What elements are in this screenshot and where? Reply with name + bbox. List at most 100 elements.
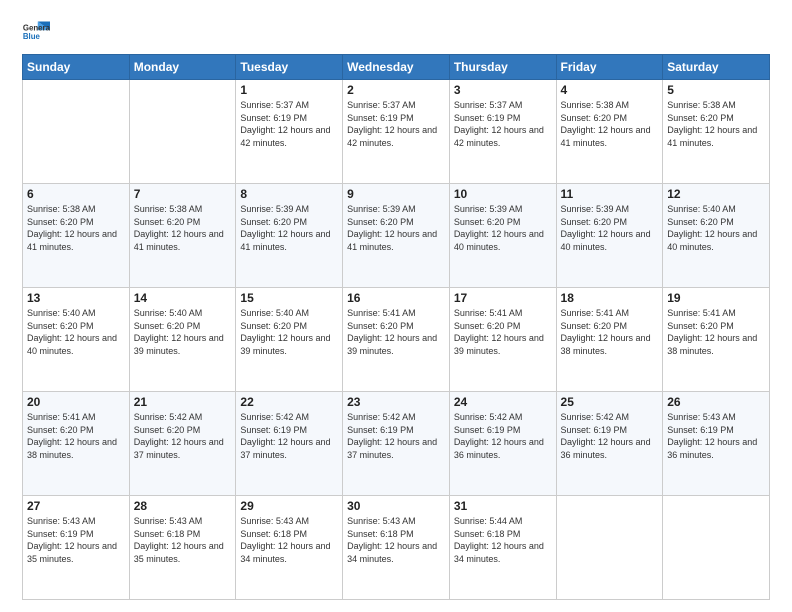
weekday-header-friday: Friday [556, 55, 663, 80]
calendar-cell [556, 496, 663, 600]
weekday-header-saturday: Saturday [663, 55, 770, 80]
calendar-cell: 13 Sunrise: 5:40 AM Sunset: 6:20 PM Dayli… [23, 288, 130, 392]
day-info: Sunrise: 5:37 AM Sunset: 6:19 PM Dayligh… [240, 99, 338, 149]
calendar-week-row: 27 Sunrise: 5:43 AM Sunset: 6:19 PM Dayli… [23, 496, 770, 600]
weekday-header-wednesday: Wednesday [343, 55, 450, 80]
calendar-cell: 16Sunrise: 5:41 AM Sunset: 6:20 PM Dayli… [343, 288, 450, 392]
day-info: Sunrise: 5:42 AM Sunset: 6:19 PM Dayligh… [347, 411, 445, 461]
day-info: Sunrise: 5:38 AM Sunset: 6:20 PM Dayligh… [27, 203, 125, 253]
day-number: 2 [347, 83, 445, 97]
day-info: Sunrise: 5:42 AM Sunset: 6:20 PM Dayligh… [134, 411, 232, 461]
day-number: 6 [27, 187, 125, 201]
day-info: Sunrise: 5:40 AM Sunset: 6:20 PM Dayligh… [240, 307, 338, 357]
day-number: 19 [667, 291, 765, 305]
day-number: 17 [454, 291, 552, 305]
calendar-cell: 23 Sunrise: 5:42 AM Sunset: 6:19 PM Dayli… [343, 392, 450, 496]
calendar-cell: 15 Sunrise: 5:40 AM Sunset: 6:20 PM Dayli… [236, 288, 343, 392]
day-number: 3 [454, 83, 552, 97]
day-number: 5 [667, 83, 765, 97]
day-number: 26 [667, 395, 765, 409]
day-info: Sunrise: 5:41 AM Sunset: 6:20 PM Dayligh… [667, 307, 765, 357]
calendar-table: SundayMondayTuesdayWednesdayThursdayFrid… [22, 54, 770, 600]
day-info: Sunrise: 5:41 AM Sunset: 6:20 PM Dayligh… [561, 307, 659, 357]
weekday-header-monday: Monday [129, 55, 236, 80]
calendar-page: General Blue SundayMondayTuesdayWednesda… [0, 0, 792, 612]
day-number: 12 [667, 187, 765, 201]
calendar-cell: 18 Sunrise: 5:41 AM Sunset: 6:20 PM Dayli… [556, 288, 663, 392]
day-info: Sunrise: 5:39 AM Sunset: 6:20 PM Dayligh… [561, 203, 659, 253]
calendar-cell: 25 Sunrise: 5:42 AM Sunset: 6:19 PM Dayli… [556, 392, 663, 496]
day-number: 20 [27, 395, 125, 409]
calendar-cell: 21Sunrise: 5:42 AM Sunset: 6:20 PM Dayli… [129, 392, 236, 496]
calendar-cell: 11 Sunrise: 5:39 AM Sunset: 6:20 PM Dayli… [556, 184, 663, 288]
calendar-cell: 20 Sunrise: 5:41 AM Sunset: 6:20 PM Dayli… [23, 392, 130, 496]
day-number: 28 [134, 499, 232, 513]
day-number: 23 [347, 395, 445, 409]
day-number: 31 [454, 499, 552, 513]
day-info: Sunrise: 5:40 AM Sunset: 6:20 PM Dayligh… [134, 307, 232, 357]
calendar-week-row: 1Sunrise: 5:37 AM Sunset: 6:19 PM Daylig… [23, 80, 770, 184]
day-number: 10 [454, 187, 552, 201]
calendar-cell: 17 Sunrise: 5:41 AM Sunset: 6:20 PM Dayli… [449, 288, 556, 392]
calendar-week-row: 13 Sunrise: 5:40 AM Sunset: 6:20 PM Dayli… [23, 288, 770, 392]
day-info: Sunrise: 5:43 AM Sunset: 6:18 PM Dayligh… [347, 515, 445, 565]
calendar-cell: 10 Sunrise: 5:39 AM Sunset: 6:20 PM Dayli… [449, 184, 556, 288]
calendar-cell: 4 Sunrise: 5:38 AM Sunset: 6:20 PM Daylig… [556, 80, 663, 184]
day-number: 7 [134, 187, 232, 201]
day-info: Sunrise: 5:43 AM Sunset: 6:19 PM Dayligh… [27, 515, 125, 565]
day-number: 18 [561, 291, 659, 305]
day-number: 27 [27, 499, 125, 513]
calendar-cell: 9 Sunrise: 5:39 AM Sunset: 6:20 PM Daylig… [343, 184, 450, 288]
day-info: Sunrise: 5:38 AM Sunset: 6:20 PM Dayligh… [561, 99, 659, 149]
day-info: Sunrise: 5:39 AM Sunset: 6:20 PM Dayligh… [347, 203, 445, 253]
day-number: 29 [240, 499, 338, 513]
weekday-header-row: SundayMondayTuesdayWednesdayThursdayFrid… [23, 55, 770, 80]
day-number: 24 [454, 395, 552, 409]
day-info: Sunrise: 5:41 AM Sunset: 6:20 PM Dayligh… [454, 307, 552, 357]
day-number: 22 [240, 395, 338, 409]
day-info: Sunrise: 5:43 AM Sunset: 6:18 PM Dayligh… [240, 515, 338, 565]
day-number: 11 [561, 187, 659, 201]
calendar-cell: 31 Sunrise: 5:44 AM Sunset: 6:18 PM Dayli… [449, 496, 556, 600]
day-number: 9 [347, 187, 445, 201]
calendar-cell: 14 Sunrise: 5:40 AM Sunset: 6:20 PM Dayli… [129, 288, 236, 392]
weekday-header-sunday: Sunday [23, 55, 130, 80]
calendar-cell: 19 Sunrise: 5:41 AM Sunset: 6:20 PM Dayli… [663, 288, 770, 392]
calendar-cell: 29 Sunrise: 5:43 AM Sunset: 6:18 PM Dayli… [236, 496, 343, 600]
weekday-header-thursday: Thursday [449, 55, 556, 80]
calendar-cell [663, 496, 770, 600]
day-info: Sunrise: 5:40 AM Sunset: 6:20 PM Dayligh… [27, 307, 125, 357]
day-info: Sunrise: 5:44 AM Sunset: 6:18 PM Dayligh… [454, 515, 552, 565]
logo-icon: General Blue [22, 18, 50, 46]
day-info: Sunrise: 5:42 AM Sunset: 6:19 PM Dayligh… [454, 411, 552, 461]
day-info: Sunrise: 5:42 AM Sunset: 6:19 PM Dayligh… [561, 411, 659, 461]
day-number: 15 [240, 291, 338, 305]
day-info: Sunrise: 5:43 AM Sunset: 6:19 PM Dayligh… [667, 411, 765, 461]
calendar-cell [23, 80, 130, 184]
calendar-cell [129, 80, 236, 184]
calendar-cell: 27 Sunrise: 5:43 AM Sunset: 6:19 PM Dayli… [23, 496, 130, 600]
svg-text:General: General [23, 23, 50, 32]
day-number: 4 [561, 83, 659, 97]
day-info: Sunrise: 5:37 AM Sunset: 6:19 PM Dayligh… [454, 99, 552, 149]
day-info: Sunrise: 5:43 AM Sunset: 6:18 PM Dayligh… [134, 515, 232, 565]
day-info: Sunrise: 5:41 AM Sunset: 6:20 PM Dayligh… [27, 411, 125, 461]
day-info: Sunrise: 5:41 AM Sunset: 6:20 PM Dayligh… [347, 307, 445, 357]
day-number: 14 [134, 291, 232, 305]
day-number: 30 [347, 499, 445, 513]
calendar-cell: 1Sunrise: 5:37 AM Sunset: 6:19 PM Daylig… [236, 80, 343, 184]
svg-text:Blue: Blue [23, 32, 41, 41]
calendar-week-row: 6 Sunrise: 5:38 AM Sunset: 6:20 PM Daylig… [23, 184, 770, 288]
calendar-cell: 5 Sunrise: 5:38 AM Sunset: 6:20 PM Daylig… [663, 80, 770, 184]
day-number: 25 [561, 395, 659, 409]
day-info: Sunrise: 5:42 AM Sunset: 6:19 PM Dayligh… [240, 411, 338, 461]
calendar-cell: 7 Sunrise: 5:38 AM Sunset: 6:20 PM Daylig… [129, 184, 236, 288]
day-info: Sunrise: 5:38 AM Sunset: 6:20 PM Dayligh… [667, 99, 765, 149]
calendar-cell: 12Sunrise: 5:40 AM Sunset: 6:20 PM Dayli… [663, 184, 770, 288]
day-number: 13 [27, 291, 125, 305]
day-info: Sunrise: 5:39 AM Sunset: 6:20 PM Dayligh… [454, 203, 552, 253]
logo: General Blue [22, 18, 50, 46]
day-info: Sunrise: 5:39 AM Sunset: 6:20 PM Dayligh… [240, 203, 338, 253]
day-info: Sunrise: 5:38 AM Sunset: 6:20 PM Dayligh… [134, 203, 232, 253]
calendar-cell: 26 Sunrise: 5:43 AM Sunset: 6:19 PM Dayli… [663, 392, 770, 496]
